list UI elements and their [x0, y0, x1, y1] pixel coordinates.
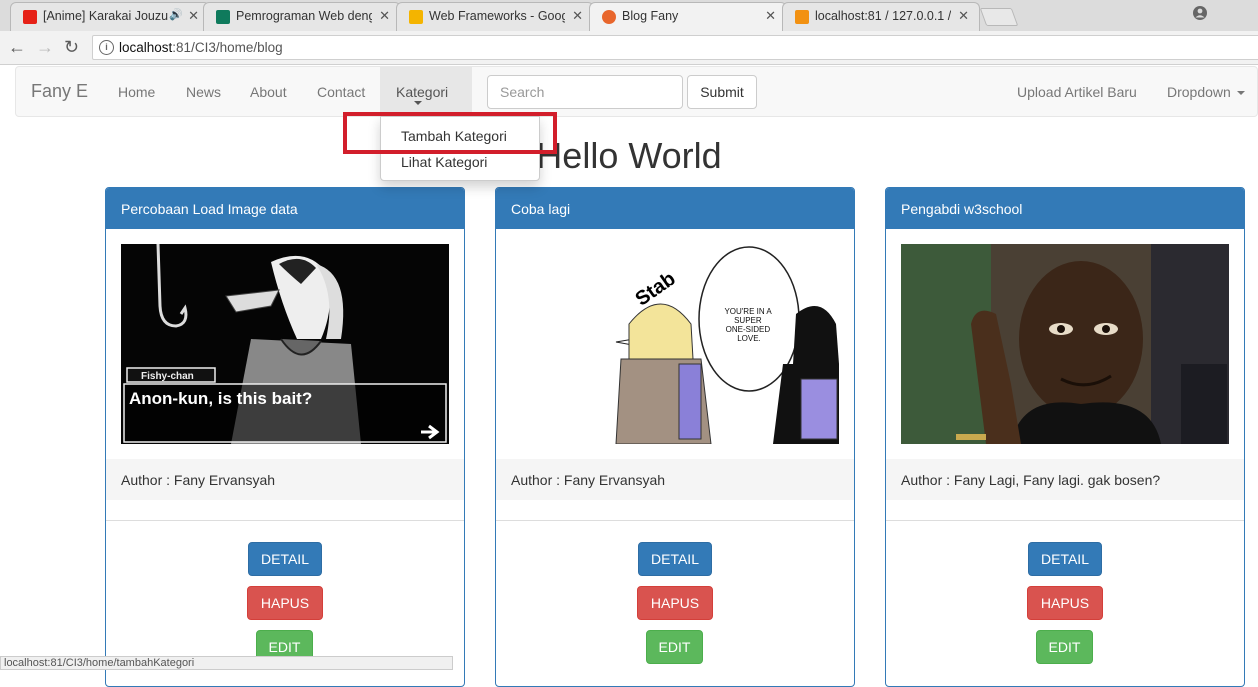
nav-about[interactable]: About: [250, 84, 287, 100]
forward-icon[interactable]: →: [36, 37, 54, 58]
speech-line: LOVE.: [737, 334, 761, 343]
url-text: localhost:81/CI3/home/blog: [119, 40, 283, 55]
detail-button[interactable]: DETAIL: [1028, 542, 1102, 576]
post-author: Author : Fany Lagi, Fany lagi. gak bosen…: [886, 459, 1244, 500]
speaker-icon[interactable]: 🔊: [169, 8, 183, 21]
close-icon[interactable]: ✕: [379, 8, 390, 24]
tab-title: Web Frameworks - Goog: [429, 9, 565, 23]
post-image-manga-panel[interactable]: Stab YOU'RE IN A SUPER ONE-SIDED LOVE.: [511, 244, 839, 444]
caret-down-icon: [1236, 91, 1245, 96]
nav-news[interactable]: News: [186, 84, 221, 100]
nav-contact[interactable]: Contact: [317, 84, 365, 100]
edit-button[interactable]: EDIT: [1036, 630, 1093, 664]
caret-down-icon: [414, 101, 422, 105]
tab-title: localhost:81 / 127.0.0.1 /: [815, 9, 951, 23]
close-icon[interactable]: ✕: [188, 8, 199, 24]
hapus-button[interactable]: HAPUS: [1027, 586, 1103, 620]
post-image-bait-meme[interactable]: Fishy-chan Anon-kun, is this bait?: [121, 244, 449, 444]
tab-title: [Anime] Karakai Jouzu: [43, 9, 169, 23]
post-card: Percobaan Load Image data Fishy-chan Ano…: [105, 187, 465, 687]
kategori-label-wrap: Kategori: [396, 84, 449, 105]
edit-button[interactable]: EDIT: [646, 630, 703, 664]
tab-title: Blog Fany: [622, 9, 679, 23]
close-icon[interactable]: ✕: [765, 8, 776, 24]
post-card: Pengabdi w3school Author : Fany Lagi, Fa…: [885, 187, 1245, 687]
detail-button[interactable]: DETAIL: [638, 542, 712, 576]
divider: [886, 520, 1244, 521]
browser-tab-active[interactable]: Blog Fany ✕: [589, 2, 787, 31]
post-author: Author : Fany Ervansyah: [106, 459, 464, 500]
hapus-button[interactable]: HAPUS: [637, 586, 713, 620]
tab-title: Pemrograman Web deng: [236, 9, 372, 23]
menu-item-lihat-kategori[interactable]: Lihat Kategori: [401, 154, 487, 170]
url-host: localhost: [119, 40, 173, 55]
kategori-label: Kategori: [396, 84, 449, 100]
browser-tab[interactable]: [Anime] Karakai Jouzu 🔊 ✕: [10, 2, 210, 31]
nav-upload-artikel[interactable]: Upload Artikel Baru: [1017, 84, 1137, 100]
submit-button[interactable]: Submit: [687, 75, 757, 109]
browser-toolbar: ← → ↻ i localhost:81/CI3/home/blog: [0, 31, 1258, 65]
post-author: Author : Fany Ervansyah: [496, 459, 854, 500]
nav-home[interactable]: Home: [118, 84, 155, 100]
post-image-thinking-meme[interactable]: [901, 244, 1229, 444]
back-icon[interactable]: ←: [8, 37, 26, 58]
speech-line: ONE-SIDED: [726, 325, 771, 334]
classroom-icon: [216, 10, 230, 24]
url-path: :81/CI3/home/blog: [172, 40, 283, 55]
search-input[interactable]: [487, 75, 683, 109]
post-card: Coba lagi Stab YOU'RE IN A SUPER ONE-SID…: [495, 187, 855, 687]
post-title: Percobaan Load Image data: [106, 188, 464, 229]
close-icon[interactable]: ✕: [958, 8, 969, 24]
phpmyadmin-icon: [795, 10, 809, 24]
hapus-button[interactable]: HAPUS: [247, 586, 323, 620]
profile-icon[interactable]: [1193, 6, 1207, 20]
nav-kategori-dropdown[interactable]: Kategori: [380, 67, 472, 117]
image-caption: Anon-kun, is this bait?: [129, 389, 312, 408]
dropdown-label: Dropdown: [1167, 84, 1231, 100]
address-bar[interactable]: i localhost:81/CI3/home/blog: [92, 35, 1258, 60]
divider: [106, 520, 464, 521]
post-title: Coba lagi: [496, 188, 854, 229]
close-icon[interactable]: ✕: [572, 8, 583, 24]
post-title: Pengabdi w3school: [886, 188, 1244, 229]
speech-line: SUPER: [734, 316, 762, 325]
site-navbar: Fany E Home News About Contact Kategori …: [15, 66, 1258, 117]
slides-icon: [409, 10, 423, 24]
codeigniter-icon: [602, 10, 616, 24]
info-icon[interactable]: i: [99, 40, 114, 55]
reload-icon[interactable]: ↻: [64, 37, 79, 58]
highlight-annotation: [343, 112, 557, 154]
youtube-icon: [23, 10, 37, 24]
navbar-brand[interactable]: Fany E: [31, 81, 88, 102]
page-title: Hello World: [536, 135, 722, 176]
new-tab-button[interactable]: [979, 8, 1019, 26]
browser-tab-strip: [Anime] Karakai Jouzu 🔊 ✕ Pemrograman We…: [0, 0, 1258, 31]
image-caption-label: Fishy-chan: [141, 371, 194, 382]
divider: [496, 520, 854, 521]
browser-tab[interactable]: Pemrograman Web deng ✕: [203, 2, 401, 31]
speech-line: YOU'RE IN A: [724, 307, 772, 316]
browser-tab[interactable]: localhost:81 / 127.0.0.1 / ✕: [782, 2, 980, 31]
browser-tab[interactable]: Web Frameworks - Goog ✕: [396, 2, 594, 31]
nav-dropdown[interactable]: Dropdown: [1167, 84, 1245, 100]
detail-button[interactable]: DETAIL: [248, 542, 322, 576]
